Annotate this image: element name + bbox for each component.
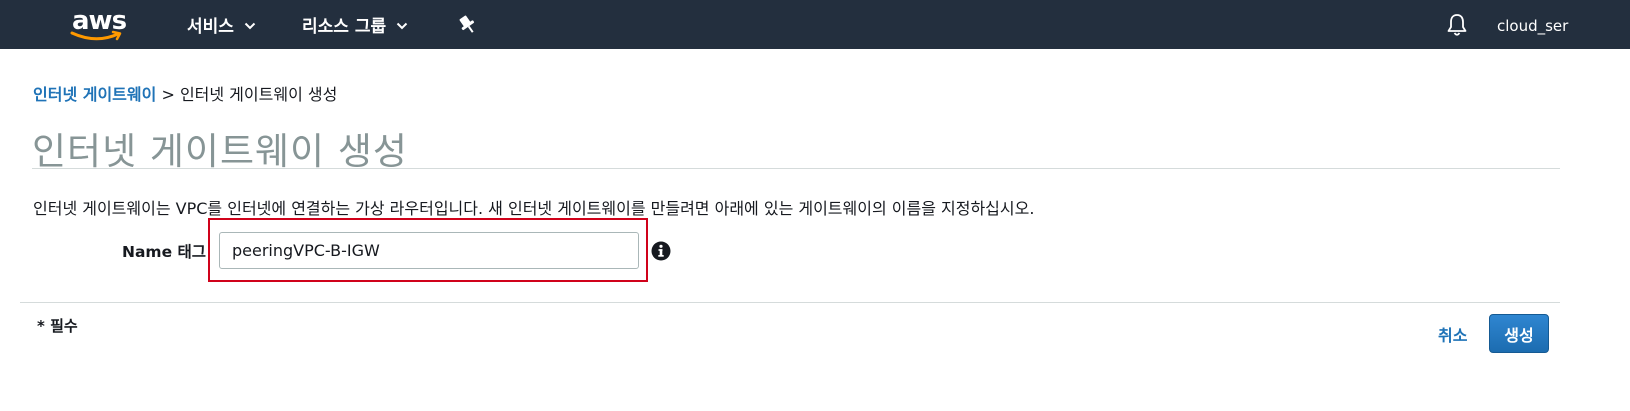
page-title: 인터넷 게이트웨이 생성	[32, 130, 408, 173]
aws-smile-icon	[70, 30, 122, 41]
required-note: * 필수	[37, 317, 78, 335]
page-description: 인터넷 게이트웨이는 VPC를 인터넷에 연결하는 가상 라우터입니다. 새 인…	[33, 199, 1035, 218]
title-divider	[32, 168, 1560, 169]
top-navigation-bar: aws 서비스 리소스 그룹 cloud_ser	[0, 0, 1630, 49]
user-account-menu[interactable]: cloud_ser	[1497, 17, 1568, 35]
footer-divider	[20, 302, 1560, 303]
breadcrumb-current: 인터넷 게이트웨이 생성	[179, 85, 338, 104]
services-menu-label: 서비스	[187, 17, 234, 37]
name-tag-input[interactable]	[219, 232, 639, 269]
aws-logo[interactable]: aws	[68, 4, 128, 44]
breadcrumb-separator: >	[161, 85, 175, 104]
breadcrumb-link-internet-gateways[interactable]: 인터넷 게이트웨이	[33, 85, 156, 104]
cancel-button[interactable]: 취소	[1438, 322, 1467, 346]
chevron-down-icon	[244, 22, 256, 30]
bell-icon[interactable]	[1446, 13, 1468, 37]
resource-groups-menu-label: 리소스 그룹	[302, 17, 387, 37]
info-icon[interactable]	[651, 241, 671, 261]
pin-icon[interactable]	[457, 14, 477, 36]
services-menu[interactable]: 서비스	[187, 12, 256, 37]
resource-groups-menu[interactable]: 리소스 그룹	[302, 12, 408, 37]
chevron-down-icon	[396, 22, 408, 30]
create-button[interactable]: 생성	[1489, 314, 1549, 353]
name-tag-label: Name 태그	[121, 243, 206, 261]
breadcrumb: 인터넷 게이트웨이 > 인터넷 게이트웨이 생성	[33, 81, 337, 105]
